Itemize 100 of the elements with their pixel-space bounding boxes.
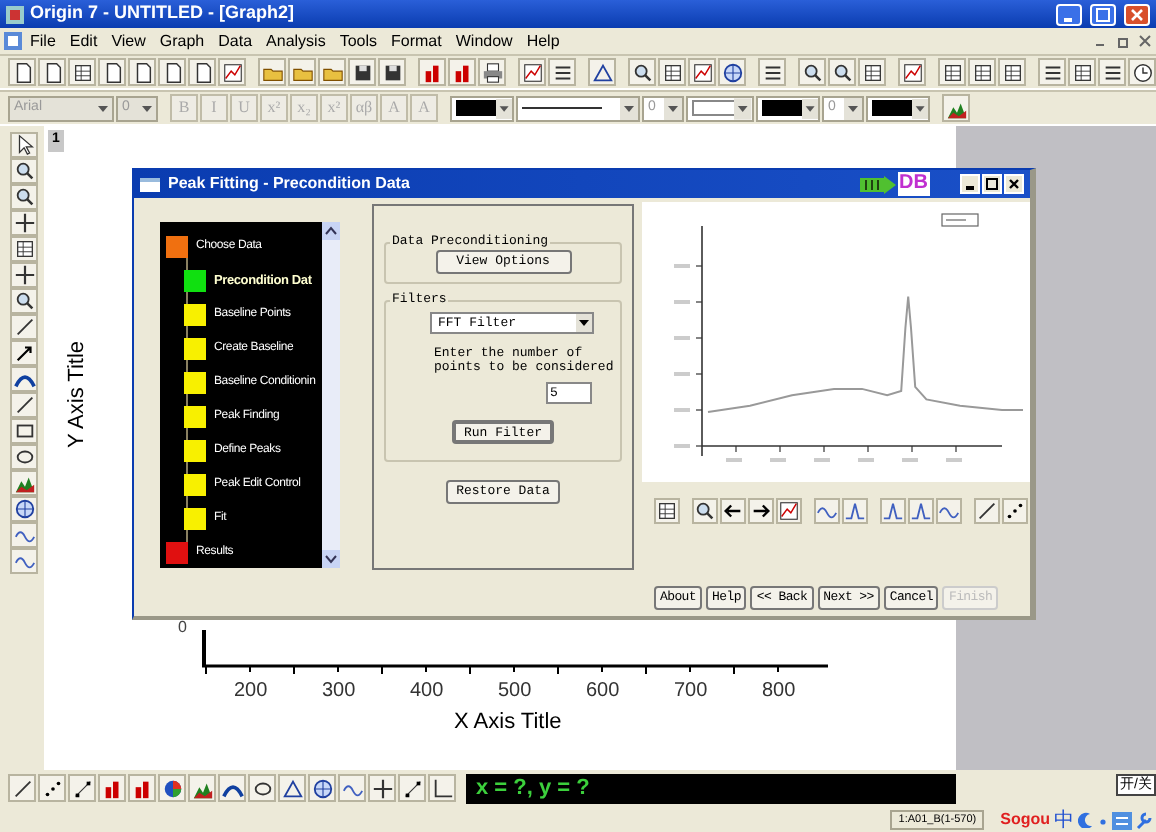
menu-item[interactable]: Tools: [333, 29, 384, 53]
toolbar-button[interactable]: [68, 58, 96, 86]
keyboard-icon[interactable]: [1112, 811, 1132, 829]
toolbar-button[interactable]: [1098, 58, 1126, 86]
toolbar-button[interactable]: [10, 288, 38, 314]
toolbar-button[interactable]: [10, 236, 38, 262]
close-button[interactable]: [1124, 3, 1150, 25]
toolbar-button[interactable]: [10, 496, 38, 522]
legend-box: [941, 213, 979, 227]
toolbar-button[interactable]: [688, 58, 716, 86]
wrench-icon[interactable]: [1136, 811, 1152, 829]
toolbar-button[interactable]: [898, 58, 926, 86]
menu-item[interactable]: View: [105, 29, 152, 53]
tick-label: 500: [498, 678, 532, 706]
menu-item[interactable]: File: [24, 29, 62, 53]
toolbar-button[interactable]: [858, 58, 886, 86]
toolbar-button[interactable]: [548, 58, 576, 86]
toolbar-button[interactable]: [368, 774, 396, 802]
close-button[interactable]: [1004, 174, 1024, 194]
toolbar-button[interactable]: [10, 418, 38, 444]
toolbar-button[interactable]: [654, 497, 680, 523]
toolbar-button[interactable]: [348, 58, 376, 86]
toolbar-button[interactable]: [218, 774, 246, 802]
menu-item[interactable]: Data: [212, 29, 259, 53]
toolbar-button[interactable]: [478, 58, 506, 86]
magnifier-icon: [13, 186, 35, 208]
menu-item[interactable]: Help: [520, 29, 566, 53]
toolbar-button[interactable]: [288, 58, 316, 86]
toolbar-button[interactable]: [10, 444, 38, 470]
maximize-button[interactable]: [1090, 3, 1116, 25]
toolbar-button[interactable]: [10, 340, 38, 366]
menu-item[interactable]: Graph: [153, 29, 211, 53]
menu-item[interactable]: Window: [449, 29, 519, 53]
ime-mode[interactable]: 中: [1054, 809, 1074, 831]
toolbar-button[interactable]: [720, 497, 746, 523]
maximize-button[interactable]: [982, 174, 1002, 194]
toolbar-button[interactable]: [10, 184, 38, 210]
minimize-button[interactable]: [1056, 3, 1082, 25]
window-title: Origin 7 - UNTITLED - [Graph2]: [30, 0, 294, 27]
toolbar-button[interactable]: [10, 158, 38, 184]
toolbar-button[interactable]: [428, 774, 456, 802]
toolbar-button[interactable]: [68, 774, 96, 802]
toolbar-button[interactable]: [758, 58, 786, 86]
toolbar-button[interactable]: [8, 58, 36, 86]
toolbar-button[interactable]: [968, 58, 996, 86]
toolbar-button[interactable]: [98, 58, 126, 86]
toolbar-button[interactable]: [128, 58, 156, 86]
toolbar-button[interactable]: [1068, 58, 1096, 86]
toolbar-button[interactable]: [10, 262, 38, 288]
restore-icon[interactable]: [1116, 34, 1130, 48]
color-dropdown[interactable]: [756, 95, 820, 121]
toolbar-button[interactable]: [158, 774, 186, 802]
logo-text: DB: [897, 172, 930, 196]
toolbar-button[interactable]: [38, 58, 66, 86]
scroll-up-icon[interactable]: [322, 222, 340, 240]
toolbar-button[interactable]: [974, 497, 1000, 523]
color-dropdown[interactable]: [866, 95, 930, 121]
toolbar-button[interactable]: [278, 774, 306, 802]
line-style-dropdown[interactable]: [516, 95, 640, 121]
clock-icon: [1131, 61, 1153, 83]
toolbar-button[interactable]: [398, 774, 426, 802]
menu-item[interactable]: Edit: [63, 29, 104, 53]
toolbar-button[interactable]: [188, 58, 216, 86]
bar-chart-icon: [451, 61, 473, 83]
toolbar-button[interactable]: [692, 497, 718, 523]
toolbar-button[interactable]: [588, 58, 616, 86]
toolbar-button[interactable]: [938, 58, 966, 86]
chart-icon: [221, 61, 243, 83]
menu-item[interactable]: Format: [385, 29, 448, 53]
toolbar-button[interactable]: [258, 58, 286, 86]
toolbar-button[interactable]: [776, 497, 802, 523]
toolbar-button[interactable]: [998, 58, 1026, 86]
toolbar-button[interactable]: [718, 58, 746, 86]
toolbar-button[interactable]: [1128, 58, 1156, 86]
tick-label: 0: [178, 618, 187, 636]
toolbar-button[interactable]: [798, 58, 826, 86]
dropdown-arrow-icon: [576, 314, 592, 332]
close-icon[interactable]: [1138, 34, 1152, 48]
color-dropdown[interactable]: [450, 95, 514, 121]
toolbar-button[interactable]: [308, 774, 336, 802]
toolbar-button[interactable]: [828, 58, 856, 86]
moon-icon[interactable]: [1078, 812, 1094, 828]
toolbar-button[interactable]: [38, 774, 66, 802]
toolbar-button[interactable]: [218, 58, 246, 86]
toolbar-button[interactable]: [10, 210, 38, 236]
minimize-button[interactable]: [960, 174, 980, 194]
toolbar-button[interactable]: [518, 58, 546, 86]
menu-item[interactable]: Analysis: [260, 29, 332, 53]
toolbar-button[interactable]: [10, 366, 38, 392]
toolbar-button[interactable]: [378, 58, 406, 86]
toolbar-button[interactable]: [1002, 497, 1028, 523]
toolbar-button[interactable]: [318, 58, 346, 86]
toolbar-button[interactable]: [658, 58, 686, 86]
toolbar-button[interactable]: [248, 774, 276, 802]
toolbar-button[interactable]: [748, 497, 774, 523]
toolbar-button[interactable]: [1038, 58, 1066, 86]
toolbar-button[interactable]: [10, 132, 38, 158]
scroll-down-icon[interactable]: [322, 550, 340, 568]
toolbar-button[interactable]: [158, 58, 186, 86]
toolbar-button[interactable]: [628, 58, 656, 86]
